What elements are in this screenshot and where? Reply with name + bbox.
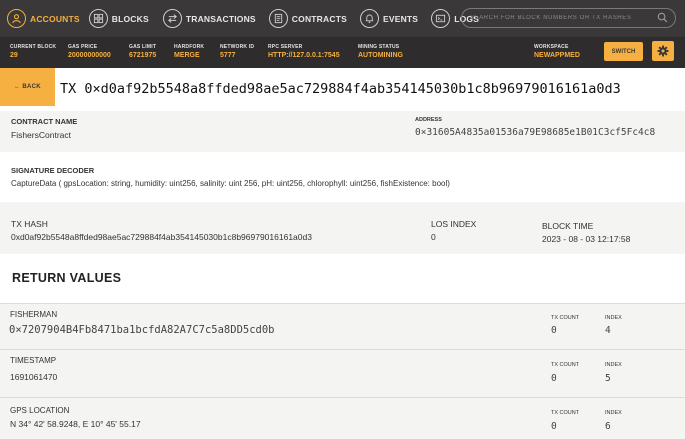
- contract-address-label: ADDRESS: [415, 117, 442, 123]
- return-value-name: TIMESTAMP: [10, 356, 57, 365]
- mining-status-value: AUTOMINING: [358, 52, 403, 59]
- hardfork-stat: HARDFORK MERGE: [174, 44, 204, 59]
- network-id-value: 5777: [220, 52, 236, 59]
- current-block-label: CURRENT BLOCK: [10, 44, 57, 50]
- divider: [0, 397, 685, 398]
- nav-accounts-label: ACCOUNTS: [30, 13, 80, 24]
- mining-status-label: MINING STATUS: [358, 44, 400, 50]
- contract-name: FishersContract: [11, 130, 71, 140]
- nav-contracts[interactable]: CONTRACTS: [256, 0, 347, 37]
- index-value: 5: [605, 373, 611, 384]
- workspace-label: WORKSPACE: [534, 44, 569, 50]
- signature-decoder-label: SIGNATURE DECODER: [11, 166, 95, 175]
- index-value: 4: [605, 325, 611, 336]
- index-label: INDEX: [605, 362, 622, 368]
- mining-status-stat: MINING STATUS AUTOMINING: [358, 44, 403, 59]
- nav-events[interactable]: EVENTS: [347, 0, 418, 37]
- return-values-title: RETURN VALUES: [12, 271, 122, 285]
- index-label: INDEX: [605, 410, 622, 416]
- blocks-icon: [88, 9, 108, 28]
- return-value: 1691061470: [10, 372, 58, 382]
- tx-index-label: LOS INDEX: [431, 219, 477, 229]
- block-time: 2023 - 08 - 03 12:17:58: [542, 234, 631, 244]
- index-value: 6: [605, 421, 611, 432]
- terminal-icon: [431, 9, 451, 28]
- search-bar[interactable]: [461, 8, 676, 28]
- nav-transactions[interactable]: TRANSACTIONS: [149, 0, 256, 37]
- tx-count-label: TX COUNT: [551, 410, 580, 416]
- block-time-label: BLOCK TIME: [542, 221, 594, 231]
- gas-limit-label: GAS LIMIT: [129, 44, 157, 50]
- tx-count-label: TX COUNT: [551, 362, 580, 368]
- signature-panel: [0, 152, 685, 202]
- tx-count: 0: [551, 325, 557, 336]
- gear-icon: [657, 45, 669, 57]
- gas-limit-stat: GAS LIMIT 6721975: [129, 44, 156, 59]
- gas-price-label: GAS PRICE: [68, 44, 98, 50]
- gas-limit-value: 6721975: [129, 52, 157, 59]
- return-value-name: GPS LOCATION: [10, 406, 70, 415]
- network-id-stat: NETWORK ID 5777: [220, 44, 254, 59]
- back-button[interactable]: ← BACK: [0, 68, 55, 106]
- current-block-stat: CURRENT BLOCK 29: [10, 44, 56, 59]
- nav-contracts-label: CONTRACTS: [291, 13, 347, 24]
- index-label: INDEX: [605, 315, 622, 321]
- bell-icon: [359, 9, 379, 28]
- search-input[interactable]: [470, 15, 650, 21]
- workspace-value: NEWAPPMED: [534, 52, 580, 59]
- person-icon: [7, 9, 26, 28]
- rpc-server-label: RPC SERVER: [268, 44, 303, 50]
- signature-text: CaptureData ( gpsLocation: string, humid…: [11, 179, 450, 188]
- hardfork-value: MERGE: [174, 52, 200, 59]
- return-value-name: FISHERMAN: [10, 310, 58, 319]
- divider: [0, 303, 685, 304]
- return-value: 0×7207904B4Fb8471ba1bcfdA82A7C7c5a8DD5cd…: [9, 324, 275, 336]
- hardfork-label: HARDFORK: [174, 44, 205, 50]
- nav-accounts[interactable]: ACCOUNTS: [0, 0, 80, 37]
- gas-price-stat: GAS PRICE 20000000000: [68, 44, 111, 59]
- arrows-icon: [162, 9, 182, 28]
- nav-blocks-label: BLOCKS: [111, 13, 149, 24]
- nav-blocks[interactable]: BLOCKS: [80, 0, 149, 37]
- tx-hash: 0xd0af92b5548a8ffded98ae5ac729884f4ab354…: [11, 232, 312, 242]
- tx-count-label: TX COUNT: [551, 315, 580, 321]
- tx-index: 0: [431, 232, 436, 242]
- return-value: N 34° 42' 58.9248, E 10° 45' 55.17: [10, 419, 141, 429]
- search-icon[interactable]: [657, 12, 668, 23]
- settings-button[interactable]: [652, 41, 674, 61]
- workspace-stat: WORKSPACE NEWAPPMED: [534, 44, 580, 59]
- nav-transactions-label: TRANSACTIONS: [185, 13, 256, 24]
- divider: [0, 349, 685, 350]
- tx-count: 0: [551, 421, 557, 432]
- page-title: TX 0×d0af92b5548a8ffded98ae5ac729884f4ab…: [60, 81, 621, 97]
- network-id-label: NETWORK ID: [220, 44, 255, 50]
- nav-events-label: EVENTS: [382, 13, 419, 24]
- contract-name-label: CONTRACT NAME: [11, 117, 78, 126]
- contract-address[interactable]: 0×31605A4835a01536a79E98685e1B01C3cf5Fc4…: [415, 127, 655, 138]
- switch-workspace-button[interactable]: SWITCH: [604, 42, 643, 61]
- rpc-server-value: HTTP://127.0.0.1:7545: [268, 52, 340, 59]
- tx-count: 0: [551, 373, 557, 384]
- document-icon: [268, 9, 288, 28]
- gas-price-value: 20000000000: [68, 52, 111, 59]
- rpc-server-stat: RPC SERVER HTTP://127.0.0.1:7545: [268, 44, 340, 59]
- current-block-value: 29: [10, 52, 18, 59]
- tx-hash-label: TX HASH: [11, 219, 48, 229]
